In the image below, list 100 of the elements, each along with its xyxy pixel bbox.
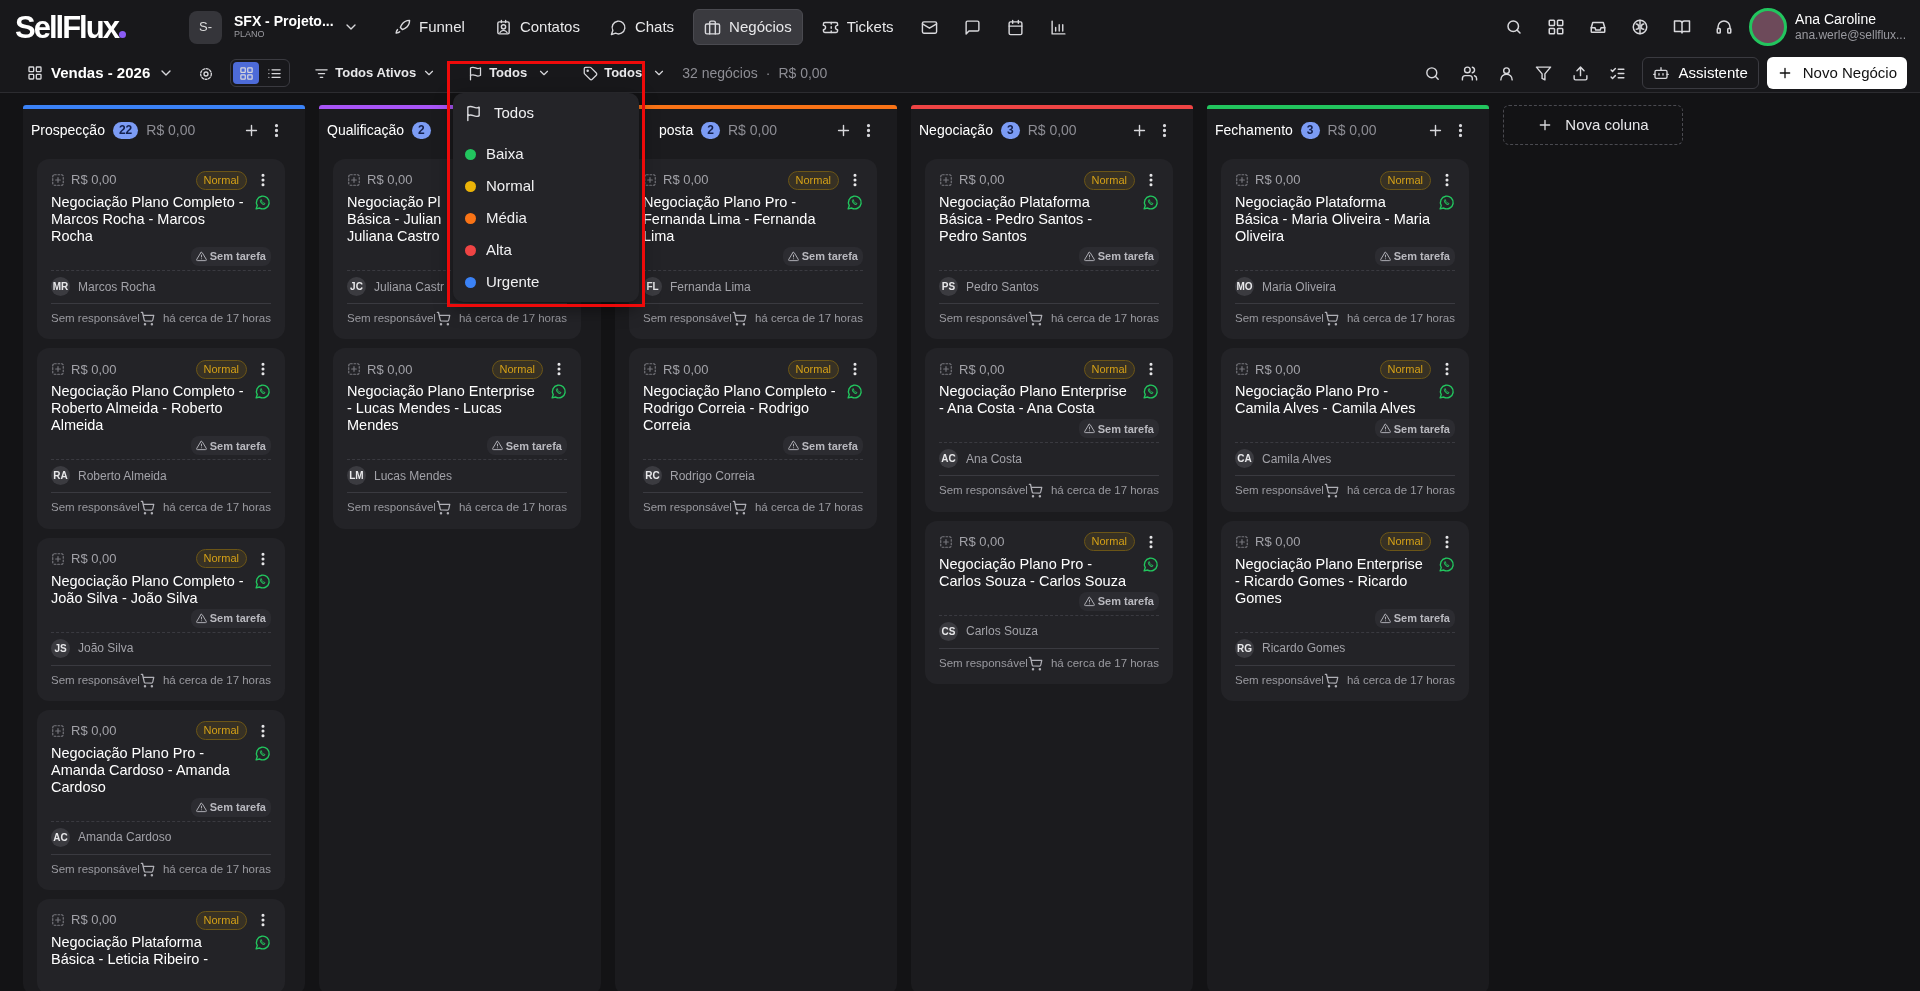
task-status: Sem tarefa [1393,421,1450,437]
contact-avatar: RG [1235,638,1254,658]
contact-avatar: JS [51,638,70,658]
task-status: Sem tarefa [1097,593,1154,609]
contact-avatar: JC [347,277,366,296]
owner-label: Sem responsável [51,861,140,877]
column-title: Qualificação [327,120,405,140]
created-time: há cerca de 17 horas [1050,311,1159,326]
owner-label: Sem responsável [939,483,1028,499]
owner-label: Sem responsável [347,500,436,516]
priority-tag: Normal [491,359,543,379]
contact-avatar: PS [939,277,958,296]
created-time: há cerca de 17 horas [162,500,271,516]
deal-amount: R$ 0,00 [1255,171,1301,190]
deal-amount: R$ 0,00 [1255,532,1301,551]
deal-amount: R$ 0,00 [959,532,1005,551]
column-total: R$ 0,00 [1327,120,1377,140]
owner-label: Sem responsável [1235,672,1324,688]
owner-label: Sem responsável [347,311,436,326]
priority-tag: Normal [787,359,839,379]
deal-amount: R$ 0,00 [1255,360,1301,379]
owner-label: Sem responsável [51,311,140,326]
created-time: há cerca de 17 horas [1346,483,1455,499]
column-title: Fechamento [1215,120,1293,140]
priority-tag: Normal [787,170,839,190]
owner-label: Sem responsável [939,655,1028,671]
task-status: Sem tarefa [1097,421,1154,437]
deal-amount: R$ 0,00 [663,360,709,379]
deal-amount: R$ 0,00 [959,360,1005,379]
task-status: Sem tarefa [209,249,266,265]
column-title: Prospecção [31,120,105,140]
user-email: ana.werle@sellflux... [1795,28,1906,43]
task-status: Sem tarefa [801,438,858,454]
task-status: Sem tarefa [1393,249,1450,265]
contact-avatar: RC [643,466,662,486]
created-time: há cerca de 17 horas [162,311,271,326]
owner-label: Sem responsável [51,672,140,688]
priority-tag: Normal [1083,170,1135,190]
contact-avatar: RA [51,466,70,486]
created-time: há cerca de 17 horas [162,672,271,688]
column-count: 3 [1300,121,1320,139]
owner-label: Sem responsável [643,500,732,516]
task-status: Sem tarefa [1393,610,1450,626]
deal-amount: R$ 0,00 [71,171,117,190]
deal-amount: R$ 0,00 [71,911,117,930]
user-name: Ana Caroline [1795,11,1878,29]
deal-amount: R$ 0,00 [663,171,709,190]
contact-avatar: CS [939,621,958,641]
priority-tag: Normal [195,721,247,741]
deal-amount: R$ 0,00 [959,171,1005,190]
priority-tag: Normal [195,359,247,379]
priority-tag: Normal [195,170,247,190]
column-title: posta [658,120,694,140]
column-total: R$ 0,00 [727,120,777,140]
contact-avatar: CA [1235,449,1254,469]
task-status: Sem tarefa [209,800,266,815]
contact-avatar: AC [51,827,70,847]
column-count: 2 [701,121,720,139]
column-title: Negociação [919,120,993,140]
contact-avatar: AC [939,449,958,469]
created-time: há cerca de 17 horas [1346,672,1455,688]
priority-tag: Normal [195,910,247,930]
task-status: Sem tarefa [801,249,858,265]
task-status: Sem tarefa [505,438,562,454]
created-time: há cerca de 17 horas [754,311,863,326]
column-count: 2 [412,121,431,139]
column-total: R$ 0,00 [1027,120,1077,140]
created-time: há cerca de 17 horas [1050,655,1159,671]
priority-tag: Normal [1083,532,1135,551]
priority-tag: Normal [1379,532,1431,551]
task-status: Sem tarefa [209,438,266,454]
column-total: R$ 0,00 [146,120,196,140]
deal-amount: R$ 0,00 [367,171,413,190]
owner-label: Sem responsável [1235,483,1324,499]
task-status: Sem tarefa [1097,249,1154,265]
separator-dot: · [765,63,771,83]
owner-label: Sem responsável [643,311,732,326]
priority-tag: Normal [1379,170,1431,190]
task-status: Sem tarefa [209,610,266,626]
created-time: há cerca de 17 horas [162,861,271,877]
created-time: há cerca de 17 horas [754,500,863,516]
contact-avatar: MR [51,277,70,296]
priority-tag: Normal [1379,359,1431,379]
owner-label: Sem responsável [939,311,1028,326]
contact-avatar: LM [347,466,366,486]
priority-tag: Normal [195,549,247,568]
deals-total: R$ 0,00 [778,63,828,83]
priority-tag: Normal [1083,359,1135,379]
deal-amount: R$ 0,00 [71,360,117,379]
column-count: 22 [112,121,139,139]
contact-avatar: MO [1235,277,1254,296]
deal-amount: R$ 0,00 [367,360,413,379]
created-time: há cerca de 17 horas [458,500,567,516]
owner-label: Sem responsável [1235,311,1324,326]
created-time: há cerca de 17 horas [1346,311,1455,326]
column-count: 3 [1000,121,1020,139]
deal-count: 32 negócios [682,63,758,83]
deal-amount: R$ 0,00 [71,722,117,740]
created-time: há cerca de 17 horas [458,311,567,326]
deal-amount: R$ 0,00 [71,549,117,568]
